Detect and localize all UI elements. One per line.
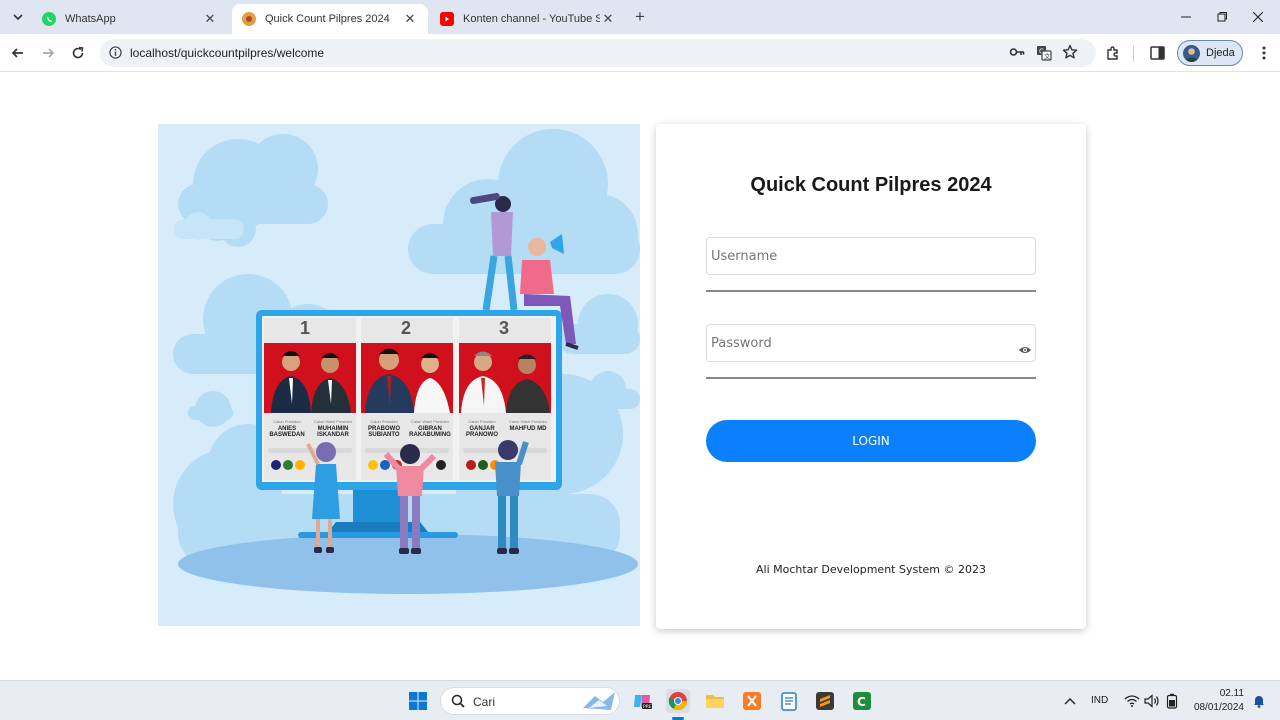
browser-menu-icon[interactable] bbox=[1252, 41, 1276, 65]
copilot-icon[interactable]: PRE bbox=[630, 689, 654, 713]
tab-search-icon[interactable] bbox=[6, 5, 30, 29]
clock-time[interactable]: 02.11 bbox=[1190, 688, 1244, 699]
password-underline bbox=[706, 377, 1036, 379]
back-icon[interactable] bbox=[6, 41, 30, 65]
vice-name: GIBRAN RAKABUMING bbox=[409, 426, 451, 438]
tab-title: Quick Count Pilpres 2024 bbox=[265, 13, 390, 25]
username-input[interactable] bbox=[706, 237, 1036, 275]
xampp-icon[interactable] bbox=[740, 689, 764, 713]
illustration-background bbox=[173, 129, 640, 594]
forward-icon[interactable] bbox=[36, 41, 60, 65]
chevron-up-icon[interactable] bbox=[1058, 689, 1082, 713]
translate-icon[interactable]: G文 bbox=[1036, 45, 1052, 66]
president-name: PRABOWO SUBIANTO bbox=[368, 426, 400, 438]
browser-toolbar: localhost/quickcountpilpres/welcome G文 D… bbox=[0, 34, 1280, 72]
candidate-number: 3 bbox=[499, 318, 510, 338]
url-text: localhost/quickcountpilpres/welcome bbox=[130, 46, 325, 60]
vice-name: MAHFUD MD bbox=[509, 426, 547, 432]
password-input[interactable] bbox=[706, 324, 1036, 362]
close-tab-icon[interactable]: ✕ bbox=[202, 11, 218, 27]
svg-text:C: C bbox=[857, 695, 866, 709]
close-tab-icon[interactable]: ✕ bbox=[402, 11, 418, 27]
president-role: Calon Presiden bbox=[468, 419, 496, 424]
site-info-icon[interactable] bbox=[109, 46, 122, 64]
eye-icon[interactable] bbox=[1018, 342, 1032, 353]
windows-taskbar: Cari PRE C IND 02.11 08/01/2024 bbox=[0, 680, 1280, 720]
browser-tab-strip: WhatsApp ✕ Quick Count Pilpres 2024 ✕ Ko… bbox=[0, 0, 1280, 34]
youtube-icon bbox=[440, 12, 454, 26]
tab-youtube-studio[interactable]: Konten channel - YouTube Studio ✕ bbox=[430, 4, 626, 34]
president-role: Calon Presiden bbox=[370, 419, 398, 424]
vice-name: MUHAIMIN ISKANDAR bbox=[317, 426, 349, 438]
tab-title: WhatsApp bbox=[65, 13, 116, 25]
footer-copyright: Ali Mochtar Development System © 2023 bbox=[755, 563, 986, 576]
language-indicator[interactable]: IND bbox=[1091, 695, 1108, 706]
vice-role: Calon Wakil Presiden bbox=[410, 419, 450, 424]
president-role: Calon Presiden bbox=[273, 419, 301, 424]
profile-name: Djeda bbox=[1206, 47, 1235, 59]
clock-date[interactable]: 08/01/2024 bbox=[1190, 702, 1244, 713]
side-panel-icon[interactable] bbox=[1145, 41, 1169, 65]
taskbar-search[interactable]: Cari bbox=[440, 687, 620, 715]
battery-icon[interactable] bbox=[1160, 689, 1184, 713]
windows-start-icon[interactable] bbox=[406, 689, 430, 713]
president-name: GANJAR PRANOWO bbox=[466, 426, 498, 438]
tab-title: Konten channel - YouTube Studio bbox=[463, 13, 600, 25]
svg-text:文: 文 bbox=[1044, 52, 1051, 61]
tab-quick-count[interactable]: Quick Count Pilpres 2024 ✕ bbox=[232, 4, 428, 34]
profile-button[interactable]: Djeda bbox=[1177, 40, 1243, 66]
new-tab-icon[interactable]: + bbox=[628, 5, 652, 29]
election-illustration: 1 2 3 Calon Presiden Calon Wakil Preside… bbox=[158, 124, 640, 626]
login-card: Quick Count Pilpres 2024 LOGIN Ali Mocht… bbox=[656, 124, 1086, 629]
candidate-number: 1 bbox=[300, 318, 311, 338]
vice-role: Calon Wakil Presiden bbox=[313, 419, 353, 424]
password-key-icon[interactable] bbox=[1009, 45, 1025, 64]
whatsapp-icon bbox=[42, 12, 56, 26]
close-tab-icon[interactable]: ✕ bbox=[600, 11, 616, 27]
search-highlight-icon bbox=[581, 690, 617, 717]
toolbar-divider bbox=[1133, 46, 1134, 62]
page-viewport: 1 2 3 Calon Presiden Calon Wakil Preside… bbox=[0, 72, 1280, 680]
search-icon bbox=[451, 694, 465, 713]
login-button[interactable]: LOGIN bbox=[706, 420, 1036, 462]
address-bar[interactable]: localhost/quickcountpilpres/welcome G文 bbox=[100, 39, 1096, 67]
president-name: ANIES BASWEDAN bbox=[269, 426, 305, 438]
chrome-icon[interactable] bbox=[666, 689, 690, 713]
file-explorer-icon[interactable] bbox=[703, 689, 727, 713]
tab-whatsapp[interactable]: WhatsApp ✕ bbox=[32, 4, 228, 34]
site-favicon-icon bbox=[242, 12, 256, 26]
reload-icon[interactable] bbox=[66, 41, 90, 65]
extensions-icon[interactable] bbox=[1101, 41, 1125, 65]
username-underline bbox=[706, 290, 1036, 292]
search-label: Cari bbox=[473, 695, 496, 709]
vice-role: Calon Wakil Presiden bbox=[508, 419, 548, 424]
avatar bbox=[1183, 44, 1200, 62]
code-editor-icon[interactable]: C bbox=[850, 689, 874, 713]
restore-icon[interactable] bbox=[1207, 6, 1237, 28]
notepad-icon[interactable] bbox=[777, 689, 801, 713]
sublime-text-icon[interactable] bbox=[813, 689, 837, 713]
close-window-icon[interactable] bbox=[1243, 6, 1273, 28]
minimize-icon[interactable] bbox=[1171, 6, 1201, 28]
svg-text:PRE: PRE bbox=[643, 704, 652, 710]
candidate-number: 2 bbox=[401, 318, 412, 338]
bookmark-star-icon[interactable] bbox=[1062, 44, 1078, 65]
page-title: Quick Count Pilpres 2024 bbox=[750, 174, 992, 196]
notification-bell-icon[interactable] bbox=[1247, 689, 1271, 713]
